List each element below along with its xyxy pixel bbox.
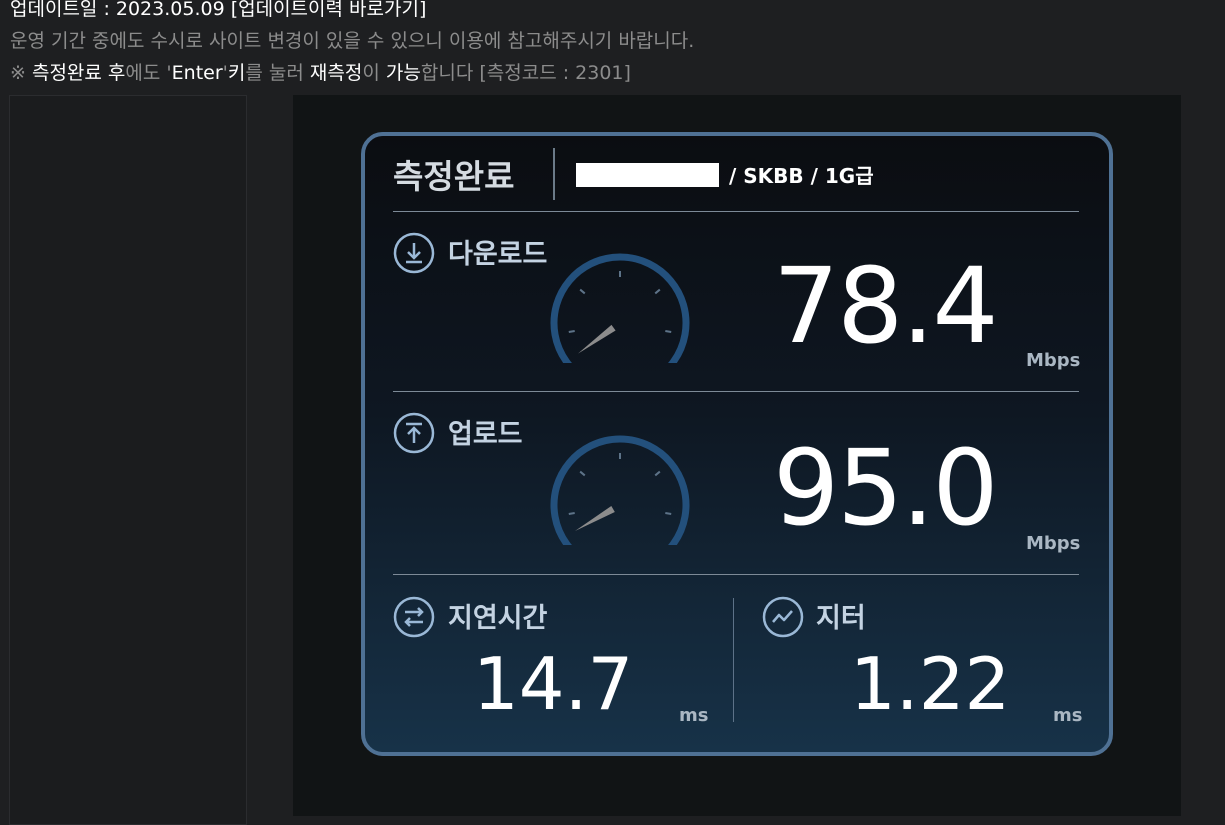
info-text-block: 업데이트일 : 2023.05.09 [업데이트이력 바로가기] 운영 기간 중… [10,0,694,89]
gauge-tick [654,470,661,477]
jitter-label: 지터 [816,603,866,634]
upload-gauge [550,435,690,545]
upload-value: 95.0 [773,427,999,549]
latency-unit: ms [679,705,709,726]
tip-text-3: 를 눌러 [245,62,310,84]
update-date-line[interactable]: 업데이트일 : 2023.05.09 [업데이트이력 바로가기] [10,0,694,25]
result-panel: 측정완료 / SKBB / 1G급 다운로드 78.4 Mbps 업로드 95.… [361,132,1113,756]
download-gauge [550,253,690,363]
left-sidebar [9,95,247,825]
gauge-needle [574,505,615,531]
gauge-tick [665,512,672,516]
download-label: 다운로드 [448,239,548,270]
download-divider [393,391,1079,392]
download-circle-icon [393,232,435,274]
tip-text-4: 이 [362,62,386,84]
upload-label: 업로드 [448,419,523,450]
result-title: 측정완료 [393,157,515,196]
speedtest-stage: 측정완료 / SKBB / 1G급 다운로드 78.4 Mbps 업로드 95.… [293,95,1181,816]
redacted-ip-box [576,163,719,187]
tip-key: 키 [227,62,246,84]
gauge-tick [654,288,661,295]
tip-mark: ※ [10,62,32,84]
gauge-tick [579,470,586,477]
stats-divider [733,598,734,722]
wave-circle-icon [762,596,804,638]
gauge-tick [568,330,575,334]
download-value: 78.4 [773,245,999,367]
tip-text-5: 합니다 [측정코드 : 2301] [420,62,631,84]
notice-line: 운영 기간 중에도 수시로 사이트 변경이 있을 수 있으니 이용에 참고해주시… [10,30,695,52]
swap-arrows-circle-icon [393,596,435,638]
header-divider [393,211,1079,212]
tip-retest: 재측정 [309,62,363,84]
isp-info: / SKBB / 1G급 [729,164,874,188]
jitter-unit: ms [1053,705,1083,726]
gauge-tick [579,288,586,295]
tip-complete: 측정완료 후 [31,62,126,84]
title-divider [553,148,555,200]
latency-label: 지연시간 [448,603,548,634]
gauge-tick [665,330,672,334]
jitter-value: 1.22 [850,642,1011,726]
upload-circle-icon [393,412,435,454]
gauge-needle [577,324,616,354]
tip-possible: 가능 [385,62,421,84]
tip-text-1: 에도 ' [125,62,172,84]
upload-divider [393,574,1079,575]
retest-tip-line: ※ 측정완료 후에도 'Enter'키를 눌러 재측정이 가능합니다 [측정코드… [10,57,694,89]
tip-enter: Enter [171,62,223,84]
gauge-tick [568,512,575,516]
download-unit: Mbps [1026,350,1081,371]
latency-value: 14.7 [473,642,634,726]
upload-unit: Mbps [1026,533,1081,554]
